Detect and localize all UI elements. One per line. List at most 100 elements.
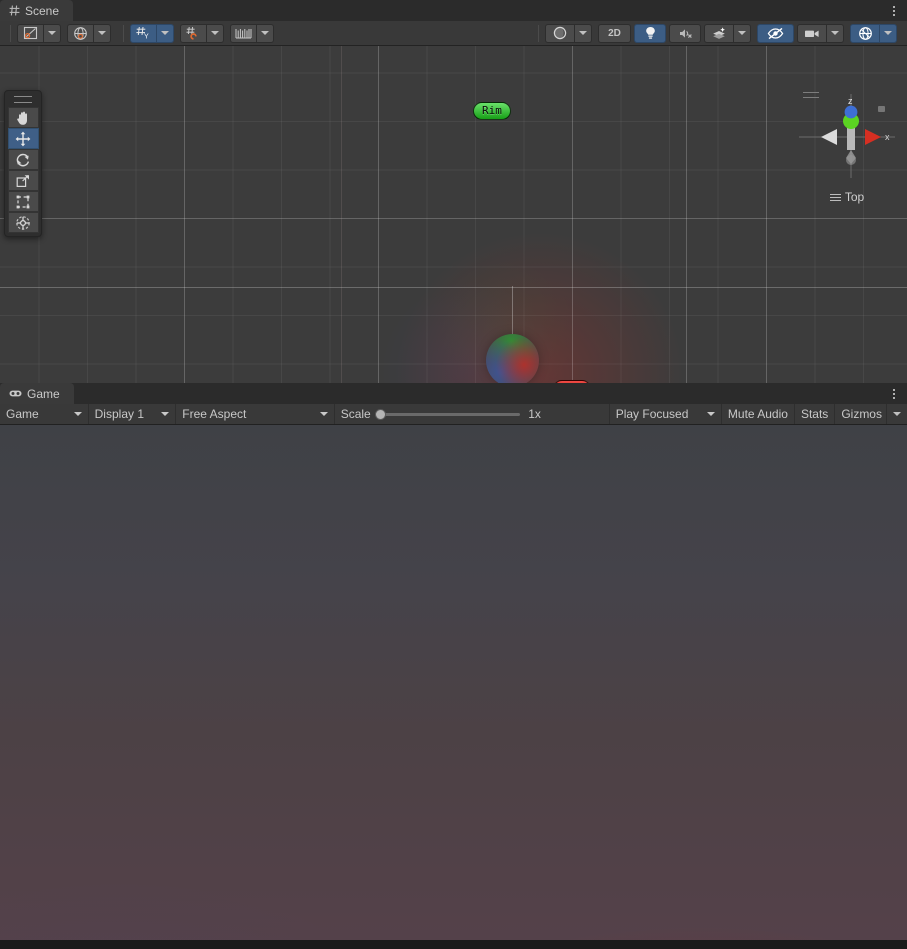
stats-button[interactable]: Stats — [795, 404, 836, 424]
display-selector[interactable]: Display 1 — [89, 404, 177, 424]
scene-tabbar: Scene — [0, 0, 907, 21]
svg-text:Y: Y — [144, 34, 149, 40]
view-mode-group — [67, 23, 111, 43]
scale-slider[interactable] — [374, 408, 521, 420]
scale-slider-group[interactable]: Scale 1x — [335, 404, 610, 424]
sphere-gizmo[interactable] — [486, 334, 539, 387]
game-toolbar: Game Display 1 Free Aspect Scale 1x Play… — [0, 404, 907, 425]
chevron-down-icon — [884, 31, 892, 35]
svg-text:x: x — [885, 132, 890, 142]
tab-game[interactable]: Game — [0, 383, 74, 404]
aspect-selector-label: Free Aspect — [182, 407, 247, 421]
game-panel: Game Game Display 1 Free Aspect Scale 1x… — [0, 383, 907, 949]
fx-dropdown[interactable] — [734, 23, 751, 43]
play-mode-selector[interactable]: Play Focused — [610, 404, 722, 424]
game-floor — [0, 425, 907, 949]
fx-layers-icon[interactable] — [704, 23, 734, 43]
chevron-down-icon — [892, 412, 901, 416]
chevron-down-icon — [831, 31, 839, 35]
toolbar-separator — [10, 24, 11, 42]
scene-viewport[interactable]: Rim Key Fill — [0, 46, 907, 429]
gizmo-shading-dropdown[interactable] — [575, 23, 592, 43]
drag-handle-icon[interactable] — [14, 96, 32, 103]
rotate-icon[interactable] — [7, 149, 39, 170]
mute-audio-button[interactable]: Mute Audio — [722, 404, 795, 424]
speaker-mute-icon[interactable] — [669, 23, 701, 43]
grid-hash-icon — [9, 5, 20, 16]
scene-panel: Scene Y 2D Rim z x Top — [0, 0, 907, 429]
eye-slash-icon[interactable] — [757, 23, 794, 43]
tab-scene[interactable]: Scene — [0, 0, 74, 21]
play-mode-label: Play Focused — [615, 407, 689, 421]
scene-toolbar: Y 2D — [0, 21, 907, 46]
svg-text:z: z — [848, 96, 853, 106]
orientation-gizmo[interactable]: z x Top — [795, 88, 899, 206]
snap-increment-dropdown[interactable] — [207, 23, 224, 43]
scene-grid-major — [0, 46, 907, 429]
gizmos-dropdown[interactable] — [880, 23, 897, 43]
chevron-down-icon — [48, 31, 56, 35]
ruler-icon[interactable] — [230, 23, 257, 43]
grid-visibility-group — [230, 23, 274, 43]
draw-mode-dropdown[interactable] — [44, 23, 61, 43]
chevron-down-icon — [161, 31, 169, 35]
chevron-down-icon — [319, 412, 328, 416]
scale-slider-knob[interactable] — [374, 408, 386, 420]
game-tabbar: Game — [0, 383, 907, 404]
aspect-selector[interactable]: Free Aspect — [176, 404, 335, 424]
view-mode-dropdown[interactable] — [94, 23, 111, 43]
hamburger-icon — [829, 194, 841, 202]
lightbulb-icon[interactable] — [634, 23, 666, 43]
gizmo-label-rim[interactable]: Rim — [473, 102, 511, 120]
chevron-down-icon — [579, 31, 587, 35]
display-selector-label: Display 1 — [94, 407, 144, 421]
scene-panel-menu[interactable] — [887, 3, 901, 18]
orientation-gizmo-view-label[interactable]: Top — [795, 190, 899, 204]
gamepad-icon — [9, 389, 22, 398]
move-arrows-icon[interactable] — [7, 128, 39, 149]
scene-camera-dropdown[interactable] — [827, 23, 844, 43]
toolbar-separator-2 — [123, 24, 124, 42]
gizmos-dropdown-button[interactable] — [885, 404, 907, 424]
snap-magnet-icon[interactable] — [180, 23, 207, 43]
transform-icon[interactable] — [7, 212, 39, 233]
shading-mode-icon[interactable] — [17, 23, 44, 43]
hand-icon[interactable] — [7, 107, 39, 128]
tab-scene-label: Scene — [25, 3, 60, 18]
sphere-icon[interactable] — [545, 23, 575, 43]
globe-icon[interactable] — [67, 23, 94, 43]
scene-axis-vertical-secondary — [341, 46, 342, 429]
game-viewport[interactable] — [0, 425, 907, 949]
window-bottom-strip — [0, 940, 907, 949]
scale-label: Scale — [340, 407, 371, 421]
chevron-down-icon — [211, 31, 219, 35]
camera-icon[interactable] — [797, 23, 827, 43]
chevron-down-icon — [98, 31, 106, 35]
grid-snapping-dropdown[interactable] — [157, 23, 174, 43]
game-view-selector[interactable]: Game — [0, 404, 89, 424]
sphere-gizmo-stem — [512, 286, 513, 338]
chevron-down-icon — [73, 412, 82, 416]
grid-axis-y-icon[interactable]: Y — [130, 23, 157, 43]
scene-camera-group — [797, 23, 844, 43]
scale-icon[interactable] — [7, 170, 39, 191]
gizmo-globe-icon[interactable] — [850, 23, 880, 43]
gizmos-group — [850, 23, 897, 43]
grid-visibility-dropdown[interactable] — [257, 23, 274, 43]
scene-axis-horizontal — [0, 287, 907, 288]
tools-overlay — [4, 90, 42, 237]
tab-game-label: Game — [27, 386, 60, 401]
snap-increment-group — [180, 23, 224, 43]
rect-transform-icon[interactable] — [7, 191, 39, 212]
grid-snapping-group: Y — [130, 23, 174, 43]
2d-toggle-button[interactable]: 2D — [598, 23, 631, 43]
gizmo-shading-group — [545, 23, 592, 43]
chevron-down-icon — [161, 412, 170, 416]
fx-group — [704, 23, 751, 43]
chevron-down-icon — [738, 31, 746, 35]
game-panel-menu[interactable] — [887, 386, 901, 401]
gizmos-button[interactable]: Gizmos — [835, 404, 886, 424]
chevron-down-icon — [706, 412, 715, 416]
draw-mode-group — [17, 23, 61, 43]
toolbar-separator-3 — [538, 24, 539, 42]
